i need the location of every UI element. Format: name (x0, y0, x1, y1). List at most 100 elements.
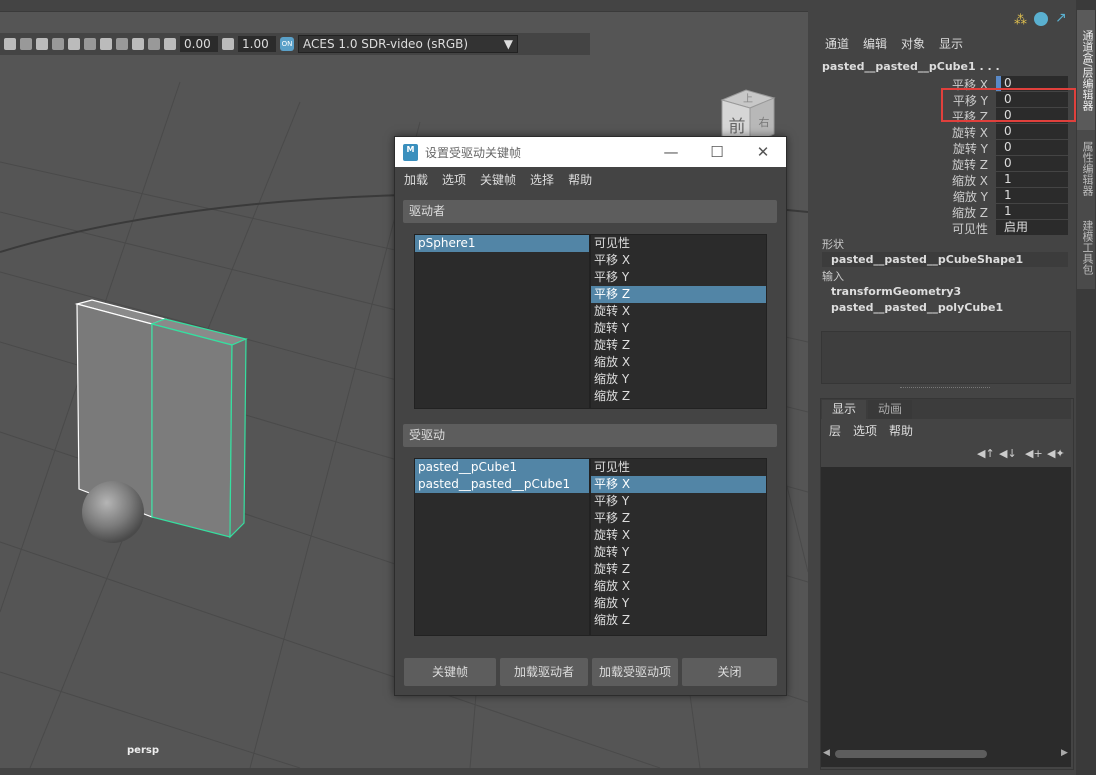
dialog-titlebar[interactable]: M 设置受驱动关键帧 — ☐ ✕ (395, 137, 786, 167)
film-gate-icon[interactable] (132, 38, 144, 50)
isolate-icon[interactable] (84, 38, 96, 50)
list-item[interactable]: 缩放 X (591, 578, 766, 595)
list-item[interactable]: pSphere1 (415, 235, 589, 252)
horizontal-scrollbar[interactable]: ◀ ▶ (823, 748, 1069, 760)
menu-help[interactable]: 帮助 (568, 171, 592, 188)
channel-label[interactable]: 可见性 (813, 220, 988, 237)
menu-show[interactable]: 显示 (939, 35, 963, 52)
menu-layer-options[interactable]: 选项 (853, 422, 877, 439)
list-item[interactable]: 旋转 Y (591, 544, 766, 561)
channel-value-field[interactable]: 1 (996, 188, 1068, 203)
move-layer-down-icon[interactable]: ◀↓ (999, 447, 1017, 460)
scroll-left-icon[interactable]: ◀ (823, 748, 830, 758)
exposure-field[interactable]: 0.00 (180, 36, 218, 52)
list-item[interactable]: 旋转 X (591, 303, 766, 320)
list-item[interactable]: 缩放 X (591, 354, 766, 371)
gamma-icon[interactable] (222, 38, 234, 50)
list-item[interactable]: 平移 X (591, 252, 766, 269)
tab-animation[interactable]: 动画 (868, 400, 912, 419)
menu-options[interactable]: 选项 (442, 171, 466, 188)
list-item[interactable]: 平移 X (591, 476, 766, 493)
list-item[interactable]: 平移 Z (591, 286, 766, 303)
new-layer-selected-icon[interactable]: ◀✦ (1047, 447, 1065, 460)
channel-label[interactable]: 缩放 X (813, 172, 988, 189)
ambient-occlusion-icon[interactable] (36, 38, 48, 50)
channel-value-field[interactable]: 0 (996, 140, 1068, 155)
scroll-right-icon[interactable]: ▶ (1061, 748, 1068, 758)
list-item[interactable]: 缩放 Z (591, 612, 766, 629)
driver-section-header[interactable]: 驱动者 (403, 200, 777, 223)
gamma-field[interactable]: 1.00 (238, 36, 276, 52)
sync-icon[interactable] (1034, 12, 1048, 26)
scroll-thumb[interactable] (835, 750, 987, 758)
color-management-icon[interactable]: ON (280, 37, 294, 51)
resolution-gate-icon[interactable] (148, 38, 160, 50)
list-item[interactable]: 缩放 Z (591, 388, 766, 405)
tab-display[interactable]: 显示 (822, 400, 866, 419)
axis-icon[interactable]: ⁂ (1014, 13, 1027, 28)
object-name[interactable]: pasted__pasted__pCube1 . . . (822, 60, 1000, 73)
list-item[interactable]: 旋转 X (591, 527, 766, 544)
input-node[interactable]: pasted__pasted__polyCube1 (831, 301, 1003, 314)
list-item[interactable]: 平移 Z (591, 510, 766, 527)
driver-attribute-list[interactable]: 可见性 平移 X 平移 Y 平移 Z 旋转 X 旋转 Y 旋转 Z 缩放 X 缩… (590, 234, 767, 409)
lighting-icon[interactable] (4, 38, 16, 50)
tab-attribute-editor[interactable]: 属性编辑器 (1077, 130, 1095, 206)
channel-value-field[interactable]: 0 (996, 124, 1068, 139)
channel-label[interactable]: 缩放 Y (813, 188, 988, 205)
driven-attribute-list[interactable]: 可见性 平移 X 平移 Y 平移 Z 旋转 X 旋转 Y 旋转 Z 缩放 X 缩… (590, 458, 767, 636)
list-item[interactable]: 旋转 Z (591, 337, 766, 354)
list-item[interactable]: 旋转 Z (591, 561, 766, 578)
list-item[interactable]: pasted__pasted__pCube1 (415, 476, 589, 493)
tab-modeling-toolkit[interactable]: 建模工具包 (1077, 206, 1095, 289)
channel-label[interactable]: 旋转 X (813, 124, 988, 141)
grid-icon[interactable] (116, 38, 128, 50)
menu-channels[interactable]: 通道 (825, 35, 849, 52)
channel-value-field[interactable]: 启用 (996, 220, 1068, 235)
input-node[interactable]: transformGeometry3 (831, 285, 961, 298)
panel-splitter[interactable] (900, 387, 990, 388)
load-driver-button[interactable]: 加载驱动者 (500, 658, 588, 686)
key-button[interactable]: 关键帧 (404, 658, 496, 686)
motion-blur-icon[interactable] (52, 38, 64, 50)
colorspace-dropdown[interactable]: ACES 1.0 SDR-video (sRGB) ▼ (298, 35, 518, 53)
channel-value-field[interactable]: 1 (996, 172, 1068, 187)
menu-layers[interactable]: 层 (829, 422, 841, 439)
list-item[interactable]: 平移 Y (591, 493, 766, 510)
maximize-button[interactable]: ☐ (694, 137, 740, 167)
move-layer-up-icon[interactable]: ◀↑ (977, 447, 995, 460)
list-item[interactable]: 缩放 Y (591, 371, 766, 388)
channel-value-field[interactable]: 1 (996, 204, 1068, 219)
driven-section-header[interactable]: 受驱动 (403, 424, 777, 447)
new-layer-icon[interactable]: ◀+ (1025, 447, 1043, 460)
list-item[interactable]: 可见性 (591, 235, 766, 252)
exposure-icon[interactable] (164, 38, 176, 50)
list-item[interactable]: pasted__pCube1 (415, 459, 589, 476)
shadow-icon[interactable] (20, 38, 32, 50)
channel-value-field[interactable]: 0 (996, 156, 1068, 171)
minimize-button[interactable]: — (648, 137, 694, 167)
driver-object-list[interactable]: pSphere1 (414, 234, 590, 409)
menu-edit[interactable]: 编辑 (863, 35, 887, 52)
xray-icon[interactable] (100, 38, 112, 50)
list-item[interactable]: 平移 Y (591, 269, 766, 286)
channel-label[interactable]: 旋转 Y (813, 140, 988, 157)
list-item[interactable]: 可见性 (591, 459, 766, 476)
shape-name[interactable]: pasted__pasted__pCubeShape1 (831, 253, 1023, 266)
tab-channel-box-layer-editor[interactable]: 通道盒/层编辑器 (1077, 10, 1095, 130)
anti-alias-icon[interactable] (68, 38, 80, 50)
close-button[interactable]: 关闭 (682, 658, 777, 686)
menu-object[interactable]: 对象 (901, 35, 925, 52)
menu-layer-help[interactable]: 帮助 (889, 422, 913, 439)
channel-label[interactable]: 缩放 Z (813, 204, 988, 221)
list-item[interactable]: 缩放 Y (591, 595, 766, 612)
menu-select[interactable]: 选择 (530, 171, 554, 188)
expand-icon[interactable]: ↗ (1055, 10, 1067, 26)
layer-list[interactable] (821, 467, 1071, 767)
load-driven-button[interactable]: 加载受驱动项 (592, 658, 678, 686)
menu-key[interactable]: 关键帧 (480, 171, 516, 188)
menu-load[interactable]: 加载 (404, 171, 428, 188)
close-window-button[interactable]: ✕ (740, 137, 786, 167)
channel-label[interactable]: 旋转 Z (813, 156, 988, 173)
list-item[interactable]: 旋转 Y (591, 320, 766, 337)
